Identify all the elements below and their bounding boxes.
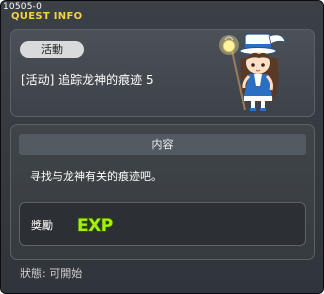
window-title: QUEST INFO bbox=[11, 11, 83, 22]
quest-category-badge: 活動 bbox=[20, 41, 84, 58]
quest-description: 寻找与龙神有关的痕迹吧。 bbox=[30, 170, 162, 183]
quest-info-window: 10505-0 QUEST INFO 活動 [活动] 追踪龙神的痕迹 5 内容 … bbox=[0, 0, 324, 294]
quest-title: [活动] 追踪龙神的痕迹 5 bbox=[21, 73, 154, 87]
quest-header-panel: 活動 [活动] 追踪龙神的痕迹 5 bbox=[10, 29, 315, 117]
exp-icon: EXP bbox=[76, 215, 114, 237]
exp-icon-text: EXP bbox=[77, 216, 113, 236]
npc-portrait-icon bbox=[219, 33, 286, 111]
reward-box: 獎勵 EXP bbox=[19, 202, 306, 246]
quest-status: 狀態: 可開始 bbox=[20, 267, 83, 280]
reward-label: 獎勵 bbox=[31, 219, 53, 232]
quest-content-panel: 内容 寻找与龙神有关的痕迹吧。 獎勵 EXP bbox=[10, 124, 315, 260]
content-section-header: 内容 bbox=[19, 134, 306, 155]
